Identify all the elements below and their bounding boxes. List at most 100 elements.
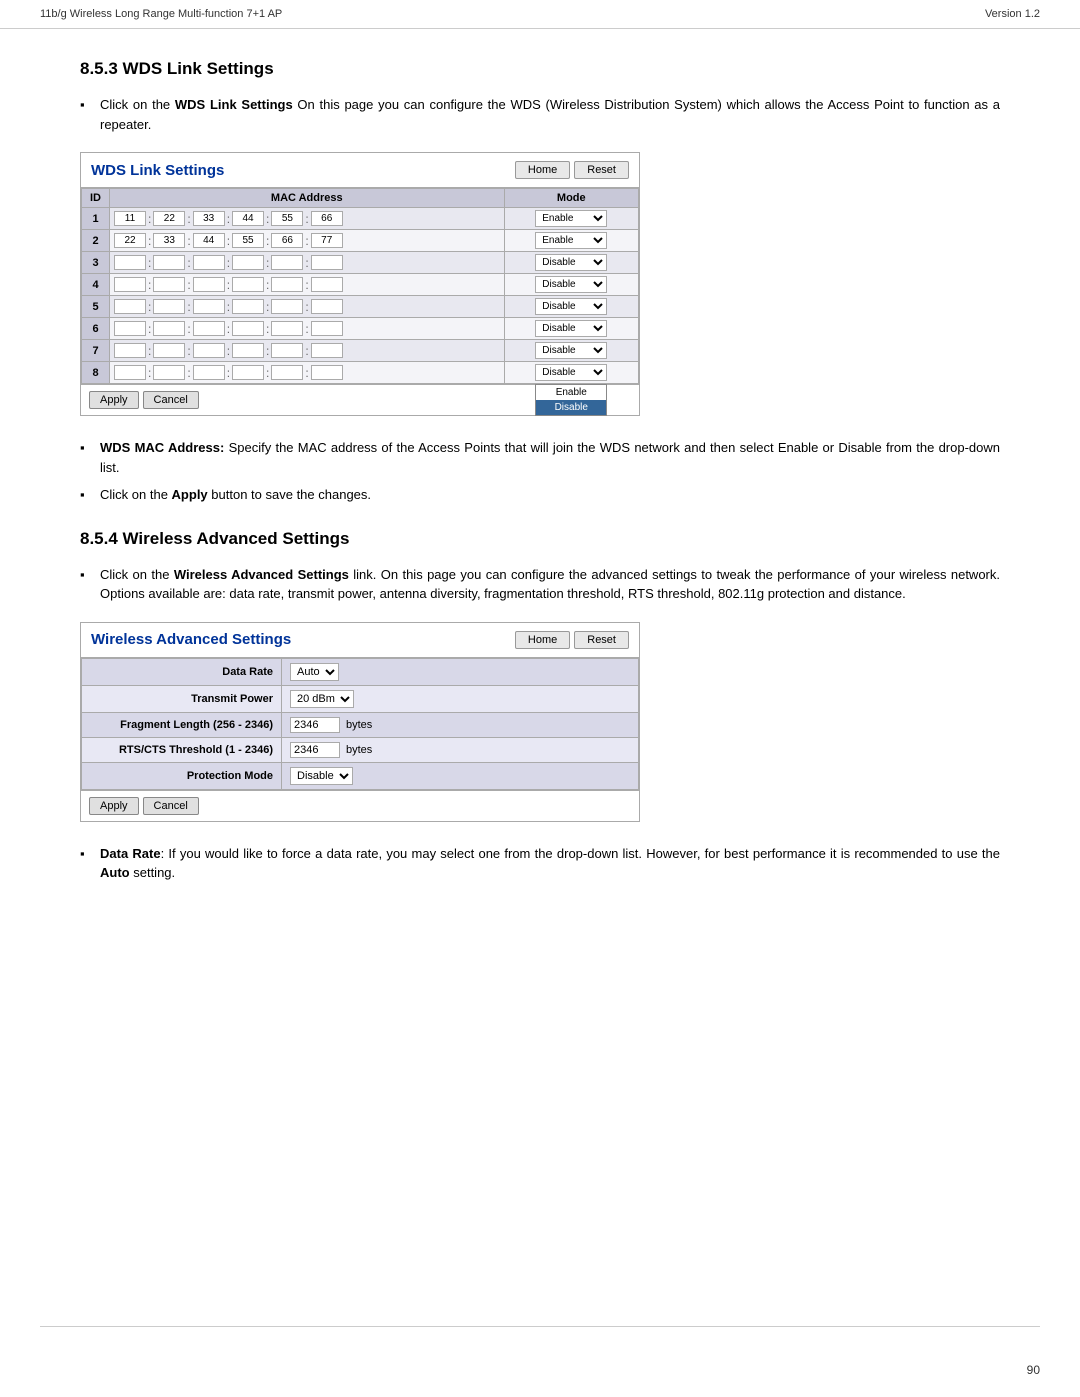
dropdown-option[interactable]: Enable bbox=[536, 385, 606, 400]
mac-octet-input[interactable] bbox=[114, 299, 146, 314]
mode-select[interactable]: EnableDisable bbox=[535, 210, 607, 227]
mac-octet-input[interactable] bbox=[271, 299, 303, 314]
mac-octet-input[interactable] bbox=[153, 299, 185, 314]
mac-octet-input[interactable] bbox=[193, 343, 225, 358]
mac-octet-input[interactable] bbox=[311, 255, 343, 270]
mode-select[interactable]: EnableDisable bbox=[535, 254, 607, 271]
mac-octet-input[interactable] bbox=[271, 343, 303, 358]
mac-octet-input[interactable] bbox=[193, 211, 225, 226]
mode-select[interactable]: EnableDisable bbox=[535, 298, 607, 315]
mac-separator: : bbox=[187, 322, 190, 336]
mac-octet-input[interactable] bbox=[232, 299, 264, 314]
was-reset-button[interactable]: Reset bbox=[574, 631, 629, 649]
wds-row-mac: ::::: bbox=[110, 340, 505, 362]
mac-separator: : bbox=[305, 344, 308, 358]
mac-octet-input[interactable] bbox=[114, 365, 146, 380]
mac-octet-input[interactable] bbox=[153, 233, 185, 248]
mac-octet-input[interactable] bbox=[271, 321, 303, 336]
mac-octet-input[interactable] bbox=[153, 365, 185, 380]
mac-octet-input[interactable] bbox=[311, 321, 343, 336]
wds-bullet3-prefix: Click on the bbox=[100, 487, 172, 502]
mac-octet-input[interactable] bbox=[271, 211, 303, 226]
mac-octet-input[interactable] bbox=[193, 233, 225, 248]
mac-octet-input[interactable] bbox=[114, 233, 146, 248]
mode-select[interactable]: EnableDisable bbox=[535, 320, 607, 337]
dropdown-option[interactable]: Disable bbox=[536, 400, 606, 415]
mac-separator: : bbox=[148, 366, 151, 380]
wds-home-button[interactable]: Home bbox=[515, 161, 570, 179]
mac-octet-input[interactable] bbox=[193, 321, 225, 336]
wds-row-mode: EnableDisable bbox=[504, 318, 638, 340]
was-section-title: 8.5.4 Wireless Advanced Settings bbox=[80, 529, 1000, 549]
section-wds: 8.5.3 WDS Link Settings Click on the WDS… bbox=[80, 59, 1000, 505]
was-cancel-button[interactable]: Cancel bbox=[143, 797, 199, 815]
mac-octet-input[interactable] bbox=[193, 365, 225, 380]
mac-octet-input[interactable] bbox=[232, 233, 264, 248]
mac-octet-input[interactable] bbox=[271, 365, 303, 380]
was-bullet-1: Click on the Wireless Advanced Settings … bbox=[80, 565, 1000, 604]
mac-octet-input[interactable] bbox=[114, 255, 146, 270]
mac-octet-input[interactable] bbox=[193, 299, 225, 314]
mac-octet-input[interactable] bbox=[114, 343, 146, 358]
mode-dropdown-wrapper: EnableDisableEnableDisable bbox=[535, 364, 607, 381]
wds-bullet1-prefix: Click on the bbox=[100, 97, 175, 112]
wds-panel-header: WDS Link Settings Home Reset bbox=[81, 153, 639, 188]
wds-row-id: 1 bbox=[82, 208, 110, 230]
was-select-field[interactable]: Auto bbox=[290, 663, 339, 681]
mode-select[interactable]: EnableDisable bbox=[535, 232, 607, 249]
mode-select[interactable]: EnableDisable bbox=[535, 364, 607, 381]
mac-octet-input[interactable] bbox=[311, 365, 343, 380]
wds-row-mac: ::::: bbox=[110, 296, 505, 318]
wds-col-mac: MAC Address bbox=[110, 189, 505, 208]
mac-octet-input[interactable] bbox=[232, 343, 264, 358]
mac-octet-input[interactable] bbox=[193, 277, 225, 292]
wds-bullet1-bold: WDS Link Settings bbox=[175, 97, 293, 112]
mac-octet-input[interactable] bbox=[311, 211, 343, 226]
mac-octet-input[interactable] bbox=[232, 365, 264, 380]
mode-select[interactable]: EnableDisable bbox=[535, 276, 607, 293]
was-select-field[interactable]: Disable bbox=[290, 767, 353, 785]
mac-octet-input[interactable] bbox=[311, 233, 343, 248]
mac-separator: : bbox=[148, 344, 151, 358]
was-input-field[interactable] bbox=[290, 742, 340, 758]
mac-octet-input[interactable] bbox=[153, 321, 185, 336]
mac-octet-input[interactable] bbox=[232, 321, 264, 336]
was-apply-button[interactable]: Apply bbox=[89, 797, 139, 815]
was-home-button[interactable]: Home bbox=[515, 631, 570, 649]
mac-octet-input[interactable] bbox=[271, 277, 303, 292]
mac-octet-input[interactable] bbox=[232, 277, 264, 292]
was-unit-label: bytes bbox=[346, 744, 372, 756]
mac-octet-input[interactable] bbox=[311, 277, 343, 292]
page-number: 90 bbox=[1027, 1363, 1040, 1377]
was-select-field[interactable]: 20 dBm bbox=[290, 690, 354, 708]
page-footer: 90 bbox=[1027, 1363, 1040, 1377]
wds-row-id: 5 bbox=[82, 296, 110, 318]
mac-octet-input[interactable] bbox=[153, 277, 185, 292]
wds-row-id: 8 bbox=[82, 362, 110, 384]
wds-cancel-button[interactable]: Cancel bbox=[143, 391, 199, 409]
wds-apply-button[interactable]: Apply bbox=[89, 391, 139, 409]
was-bullet2-text: : If you would like to force a data rate… bbox=[161, 846, 1000, 861]
was-input-field[interactable] bbox=[290, 717, 340, 733]
mac-octet-input[interactable] bbox=[153, 343, 185, 358]
mac-octet-input[interactable] bbox=[232, 255, 264, 270]
mac-octet-input[interactable] bbox=[114, 211, 146, 226]
mac-octet-input[interactable] bbox=[153, 255, 185, 270]
wds-row-mode: EnableDisable bbox=[504, 230, 638, 252]
mac-octet-input[interactable] bbox=[311, 299, 343, 314]
wds-table: ID MAC Address Mode 1:::::EnableDisable2… bbox=[81, 188, 639, 384]
was-bullets-2: Data Rate: If you would like to force a … bbox=[80, 844, 1000, 883]
was-row-value: 20 dBm bbox=[282, 685, 639, 712]
mac-octet-input[interactable] bbox=[232, 211, 264, 226]
wds-row-mac: ::::: bbox=[110, 274, 505, 296]
mode-select[interactable]: EnableDisable bbox=[535, 342, 607, 359]
mac-octet-input[interactable] bbox=[311, 343, 343, 358]
mac-octet-input[interactable] bbox=[153, 211, 185, 226]
mac-octet-input[interactable] bbox=[193, 255, 225, 270]
mac-octet-input[interactable] bbox=[271, 233, 303, 248]
wds-reset-button[interactable]: Reset bbox=[574, 161, 629, 179]
wds-bullets: Click on the WDS Link Settings On this p… bbox=[80, 95, 1000, 134]
mac-octet-input[interactable] bbox=[271, 255, 303, 270]
mac-octet-input[interactable] bbox=[114, 321, 146, 336]
mac-octet-input[interactable] bbox=[114, 277, 146, 292]
